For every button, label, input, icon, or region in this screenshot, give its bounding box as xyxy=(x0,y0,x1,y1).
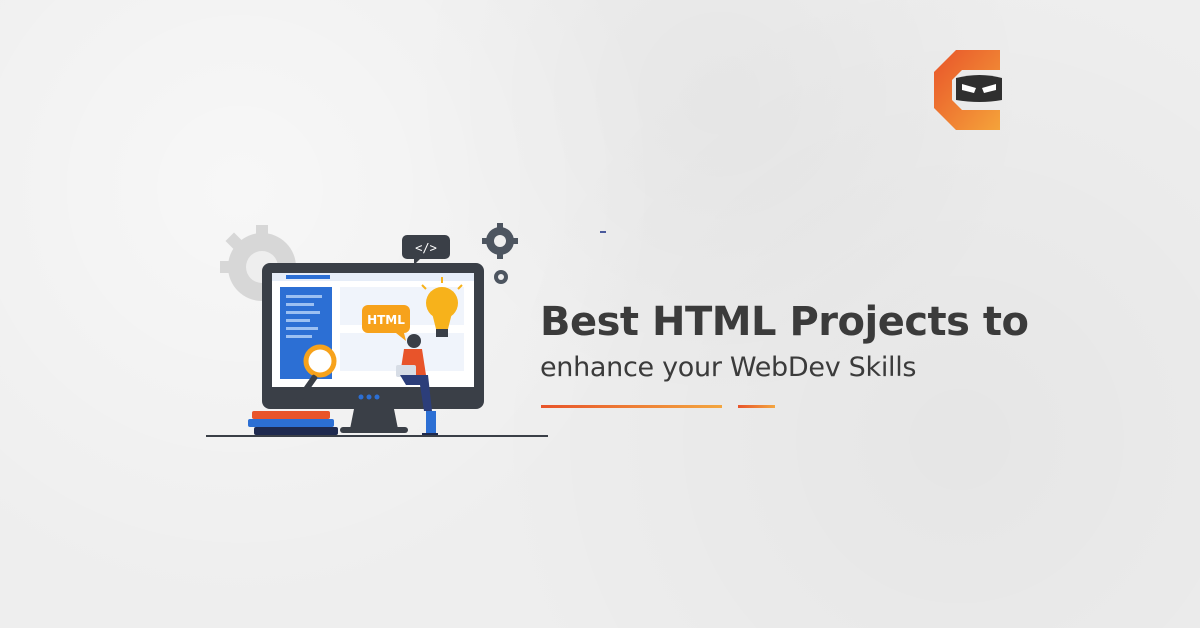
headline: Best HTML Projects to xyxy=(540,299,1029,345)
monitor xyxy=(262,263,484,433)
code-tag-bubble: </> xyxy=(402,235,450,265)
code-tag-label: </> xyxy=(415,241,437,255)
decorative-underline-long xyxy=(541,405,722,408)
decorative-underline-short xyxy=(738,405,775,408)
subheadline: enhance your WebDev Skills xyxy=(540,352,917,383)
gear-icon xyxy=(482,223,518,259)
html-badge-label: HTML xyxy=(367,313,405,327)
brand-logo-icon xyxy=(934,50,1002,130)
small-gear-icon xyxy=(494,270,508,284)
books-stack xyxy=(248,411,338,435)
decorative-dash xyxy=(600,231,606,233)
web-developer-illustration: </> HTML xyxy=(206,223,548,437)
